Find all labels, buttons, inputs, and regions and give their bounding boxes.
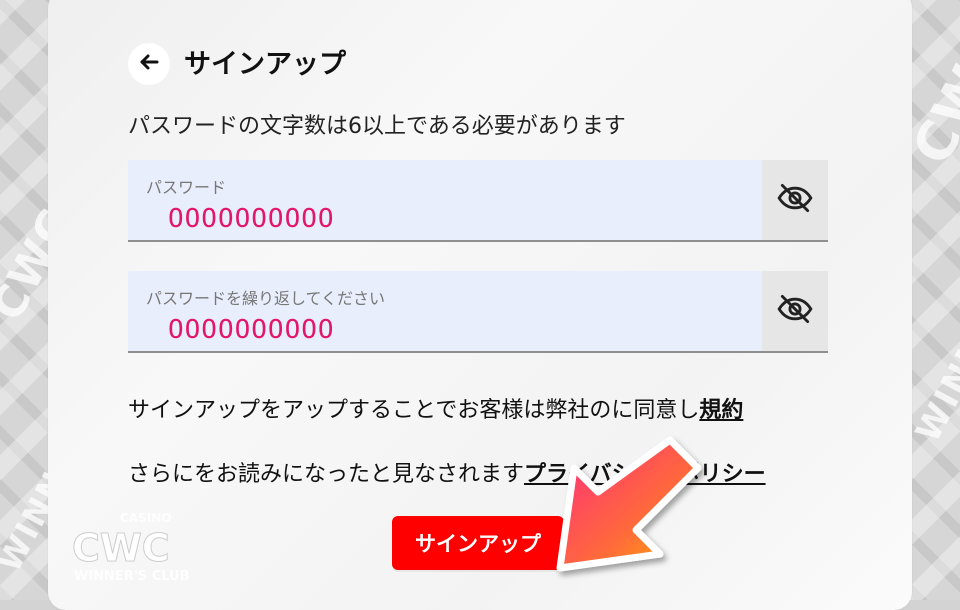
eye-off-icon (776, 290, 814, 332)
signup-button[interactable]: サインアップ (392, 516, 564, 570)
password-field[interactable]: パスワード OOOOOOOOOO (128, 160, 828, 242)
privacy-policy-link[interactable]: プライバシー・ポリシー (524, 462, 766, 487)
terms-line-2: さらにをお読みになったと見なされますプライバシー・ポリシー (128, 456, 766, 488)
back-button[interactable] (128, 43, 170, 85)
repeat-password-field-value: OOOOOOOOOO (168, 315, 335, 345)
repeat-password-field[interactable]: パスワードを繰り返してください OOOOOOOOOO (128, 271, 828, 353)
toggle-password-visibility-button[interactable] (762, 160, 828, 240)
password-requirement-text: パスワードの文字数は6以上である必要があります (128, 114, 626, 139)
terms-line-1-text: サインアップをアップすることでお客様は弊社のに同意し (128, 398, 700, 423)
arrow-left-icon (137, 50, 161, 78)
page-header: サインアップ (128, 42, 346, 86)
terms-line-2-text: さらにをお読みになったと見なされます (128, 462, 525, 487)
password-field-label: パスワード (146, 178, 227, 197)
eye-off-icon (776, 179, 814, 221)
page-title: サインアップ (184, 48, 346, 80)
terms-line-1: サインアップをアップすることでお客様は弊社のに同意し規約 (128, 392, 743, 424)
terms-link[interactable]: 規約 (699, 398, 743, 423)
password-field-value: OOOOOOOOOO (168, 204, 335, 234)
repeat-password-field-label: パスワードを繰り返してください (146, 289, 386, 308)
toggle-repeat-password-visibility-button[interactable] (762, 271, 828, 351)
